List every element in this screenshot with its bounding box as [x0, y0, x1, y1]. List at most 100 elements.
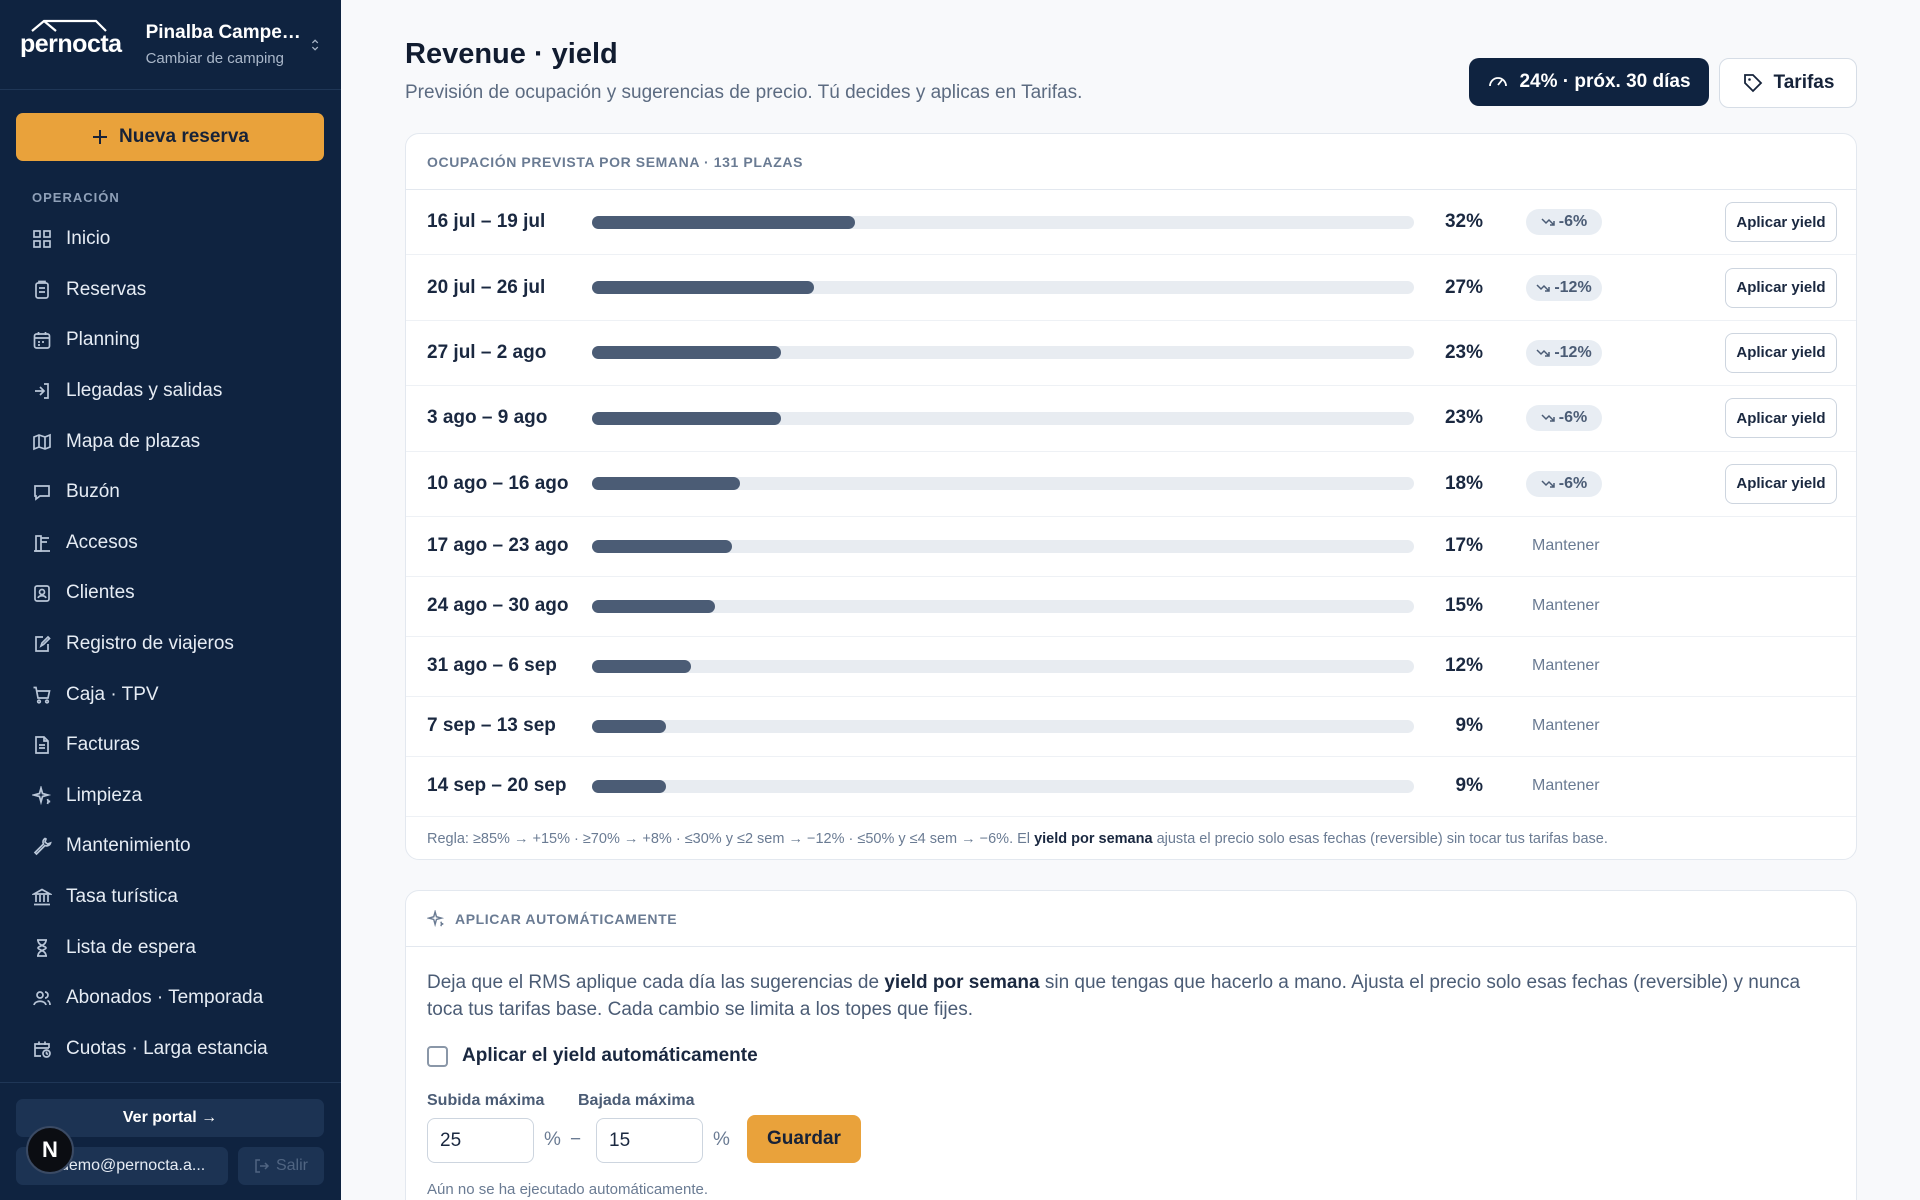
wrench-icon: [33, 837, 52, 856]
sidebar: pernocta Pinalba Campe… Cambiar de campi…: [0, 0, 341, 1200]
camp-switcher[interactable]: Pinalba Campe… Cambiar de camping: [146, 22, 301, 67]
grid-icon: [33, 230, 51, 249]
apply-yield-button[interactable]: Aplicar yield: [1725, 267, 1837, 308]
edit-icon: [35, 635, 51, 652]
sidebar-item-registro[interactable]: Registro de viajeros: [0, 619, 341, 670]
calendar-clock-icon: [34, 1041, 51, 1058]
occupancy-percent: 32%: [1444, 211, 1483, 233]
week-row: 16 jul – 19 jul 32% -6% Aplicar yield: [406, 190, 1856, 256]
sidebar-item-limpieza[interactable]: Limpieza: [0, 771, 341, 822]
week-row: 24 ago – 30 ago 15% Mantener: [406, 577, 1856, 637]
auto-apply-checkbox[interactable]: [427, 1045, 448, 1067]
sidebar-item-inicio[interactable]: Inicio: [0, 214, 341, 265]
barrier-icon: [34, 535, 50, 552]
occupancy-bar: [592, 539, 1414, 553]
minus-sign: −: [570, 1129, 582, 1150]
trend-down-icon: [1536, 349, 1551, 357]
rule-text-suffix: ajusta el precio solo esas fechas (rever…: [1156, 830, 1608, 847]
price-delta-text: -6%: [1558, 409, 1588, 427]
price-delta-badge: -6%: [1526, 209, 1602, 236]
sidebar-item-caja[interactable]: Caja · TPV: [0, 669, 341, 720]
sidebar-item-espera[interactable]: Lista de espera: [0, 922, 341, 973]
sidebar-item-planning[interactable]: Planning: [0, 315, 341, 366]
max-down-input[interactable]: 15: [596, 1118, 703, 1163]
contact-icon: [34, 585, 50, 603]
occupancy-bar-fill: [592, 281, 814, 295]
save-button[interactable]: Guardar: [747, 1115, 861, 1163]
sidebar-item-cuotas[interactable]: Cuotas · Larga estancia: [0, 1024, 341, 1075]
forecast-heading: OCUPACIÓN PREVISTA POR SEMANA · 131 PLAZ…: [406, 134, 1856, 190]
trend-down-icon: [1541, 414, 1555, 423]
sidebar-item-label: Buzón: [66, 481, 120, 503]
avatar[interactable]: N: [26, 1126, 74, 1174]
apply-yield-button[interactable]: Aplicar yield: [1725, 202, 1837, 243]
new-booking-label: Nueva reserva: [119, 126, 249, 147]
occupancy-bar: [592, 779, 1414, 793]
sidebar-item-mantenimiento[interactable]: Mantenimiento: [0, 821, 341, 872]
price-delta-badge: -6%: [1526, 405, 1602, 432]
sidebar-item-label: Reservas: [66, 278, 147, 300]
occupancy-percent: 12%: [1444, 655, 1483, 677]
occupancy-badge: 24% · próx. 30 días: [1469, 58, 1709, 106]
week-label: 20 jul – 26 jul: [427, 276, 546, 298]
sidebar-item-buzon[interactable]: Buzón: [0, 467, 341, 518]
chevron-up-down-icon[interactable]: [309, 33, 321, 57]
tent-roof-icon: [31, 19, 107, 32]
desc-bold: yield por semana: [884, 972, 1040, 993]
week-row: 10 ago – 16 ago 18% -6% Aplicar yield: [406, 452, 1856, 517]
occupancy-bar-fill: [592, 719, 666, 733]
occupancy-bar: [592, 346, 1414, 360]
sidebar-item-label: Cuotas · Larga estancia: [66, 1037, 268, 1059]
apply-yield-button[interactable]: Aplicar yield: [1725, 332, 1837, 373]
price-delta-text: -6%: [1558, 213, 1588, 231]
week-label: 3 ago – 9 ago: [427, 407, 548, 429]
pernocta-logo: pernocta: [20, 19, 122, 59]
sidebar-item-facturas[interactable]: Facturas: [0, 720, 341, 771]
occupancy-bar: [592, 281, 1414, 295]
sidebar-item-reservas[interactable]: Reservas: [0, 265, 341, 316]
apply-yield-button[interactable]: Aplicar yield: [1725, 463, 1837, 504]
calendar-icon: [33, 332, 51, 350]
sidebar-item-mapa[interactable]: Mapa de plazas: [0, 416, 341, 467]
week-label: 24 ago – 30 ago: [427, 595, 569, 617]
tarifas-label: Tarifas: [1773, 72, 1835, 93]
yield-rule-note: Regla: ≥85% → +15% · ≥70% → +8% · ≤30% y…: [406, 817, 1856, 861]
keep-price-label: Mantener: [1532, 657, 1600, 675]
brand-header[interactable]: pernocta Pinalba Campe… Cambiar de campi…: [0, 0, 341, 90]
sparkle-icon: [32, 785, 52, 806]
sidebar-item-label: Lista de espera: [66, 936, 196, 958]
sidebar-nav: Inicio Reservas Planning Llegadas y sali…: [0, 214, 341, 1074]
camp-switch-label: Cambiar de camping: [145, 50, 284, 67]
sidebar-item-label: Tasa turística: [66, 886, 178, 908]
auto-apply-status: Aún no se ha ejecutado automáticamente.: [427, 1181, 709, 1198]
price-delta-text: -12%: [1554, 343, 1592, 361]
apply-yield-button[interactable]: Aplicar yield: [1725, 398, 1837, 439]
tarifas-button[interactable]: Tarifas: [1719, 58, 1857, 108]
week-label: 10 ago – 16 ago: [427, 472, 569, 494]
sidebar-item-tasa[interactable]: Tasa turística: [0, 872, 341, 923]
login-icon: [35, 383, 49, 399]
desc-text: Deja que el RMS aplique cada día las sug…: [427, 972, 885, 993]
week-label: 16 jul – 19 jul: [427, 211, 546, 233]
gauge-icon: [1489, 77, 1508, 87]
sidebar-item-clientes[interactable]: Clientes: [0, 568, 341, 619]
logout-button[interactable]: Salir: [238, 1147, 324, 1185]
new-booking-button[interactable]: Nueva reserva: [16, 113, 324, 161]
auto-apply-toggle[interactable]: Aplicar el yield automáticamente: [427, 1045, 758, 1067]
occupancy-bar-fill: [592, 346, 782, 360]
occupancy-bar-fill: [592, 779, 666, 793]
week-row: 3 ago – 9 ago 23% -6% Aplicar yield: [406, 386, 1856, 452]
section-label: OPERACIÓN: [32, 190, 120, 205]
sidebar-item-llegadas[interactable]: Llegadas y salidas: [0, 366, 341, 417]
max-up-input[interactable]: 25: [427, 1118, 534, 1163]
occupancy-percent: 15%: [1444, 595, 1483, 617]
cart-icon: [33, 686, 51, 704]
sidebar-item-accesos[interactable]: Accesos: [0, 518, 341, 569]
logout-icon: [255, 1159, 270, 1173]
auto-apply-description: Deja que el RMS aplique cada día las sug…: [427, 969, 1827, 1023]
sidebar-item-label: Facturas: [66, 734, 140, 756]
sidebar-item-abonados[interactable]: Abonados · Temporada: [0, 973, 341, 1024]
occupancy-bar-fill: [592, 477, 740, 491]
auto-apply-heading: APLICAR AUTOMÁTICAMENTE: [406, 891, 1856, 947]
hourglass-icon: [37, 938, 47, 957]
